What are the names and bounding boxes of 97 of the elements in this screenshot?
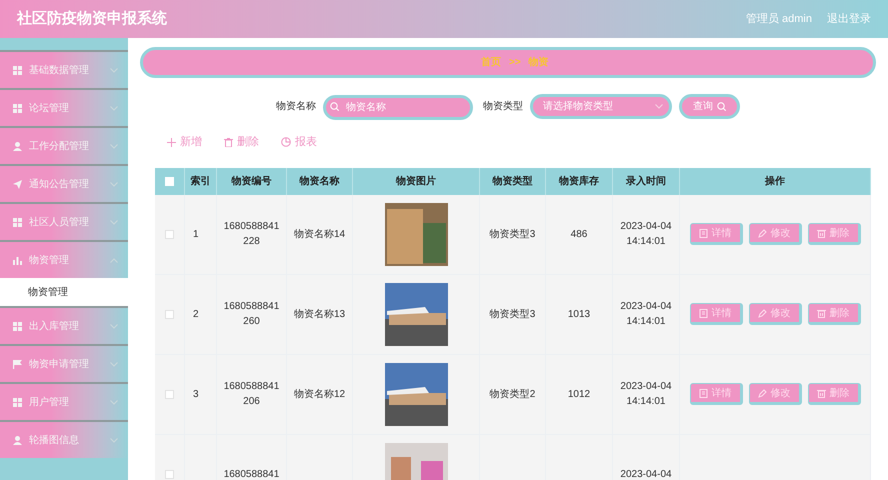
delete-button[interactable]: 删除 — [808, 303, 860, 325]
breadcrumb-separator: >> — [509, 56, 521, 70]
search-button[interactable]: 查询 — [679, 94, 740, 119]
sidebar-item[interactable]: 通知公告管理 — [0, 164, 128, 202]
chevron-icon — [110, 438, 118, 442]
delete-button[interactable]: 删除 — [224, 134, 259, 150]
chevron-icon — [110, 106, 118, 110]
add-button[interactable]: 新增 — [167, 134, 202, 150]
sidebar-item[interactable]: 物资管理 — [0, 240, 128, 278]
sidebar-item[interactable]: 出入库管理 — [0, 306, 128, 344]
table-cell-text: 2023-04-04 14:14:01 — [620, 220, 672, 249]
table-cell-text: 1012 — [568, 388, 590, 402]
details-button[interactable]: 详情 — [690, 383, 742, 405]
paper-plane-icon — [13, 180, 22, 188]
edit-button[interactable]: 修改 — [748, 383, 802, 405]
chevron-icon — [110, 324, 118, 328]
table-cell-text: 物资类型3 — [490, 308, 536, 322]
table-cell-text: 1 — [193, 228, 199, 242]
grid-icon — [13, 104, 22, 112]
type-dropdown[interactable]: 请选择物资类型 — [530, 94, 672, 119]
flag-icon — [13, 360, 22, 368]
delete-button[interactable]: 删除 — [808, 223, 860, 245]
chevron-icon — [110, 68, 118, 72]
table-cell-text: 1013 — [568, 308, 590, 322]
sidebar-item[interactable]: 基础数据管理 — [0, 50, 128, 88]
table-cell-text: 物资类型3 — [490, 228, 536, 242]
table-cell-text: 2023-04-04 14:14:01 — [620, 380, 672, 409]
field-label: 物资类型 — [483, 100, 523, 114]
grid-icon — [13, 398, 22, 406]
row-checkbox[interactable] — [165, 310, 174, 318]
person-icon — [13, 436, 22, 444]
photo-placeholder — [384, 282, 448, 346]
report-button[interactable]: 报表 — [281, 134, 317, 150]
search-field[interactable]: 物资名称 — [323, 95, 473, 120]
grid-icon — [13, 322, 22, 330]
document-icon — [698, 308, 708, 318]
details-button[interactable]: 详情 — [690, 303, 742, 325]
chevron-icon — [110, 182, 118, 186]
pie-chart-icon — [281, 137, 291, 148]
table-cell-text: 物资类型2 — [490, 388, 536, 402]
table-cell-text: 3 — [193, 388, 199, 402]
table-cell-text: 1680588841 260 — [224, 300, 280, 329]
header-checkbox[interactable] — [165, 176, 174, 186]
grid-icon — [13, 218, 22, 226]
sidebar-item[interactable]: 论坛管理 — [0, 88, 128, 126]
logout-link[interactable]: 退出登录 — [827, 10, 871, 28]
table-cell-text: 2023-04-04 — [620, 468, 672, 480]
edit-button[interactable]: 修改 — [748, 303, 802, 325]
bar-chart-icon — [13, 256, 22, 264]
sidebar-item[interactable]: 物资申请管理 — [0, 344, 128, 382]
pencil-icon — [758, 308, 766, 318]
breadcrumb-link[interactable]: 首页 — [481, 55, 501, 70]
trash-icon — [816, 308, 826, 318]
chevron-icon — [110, 144, 118, 148]
chevron-icon — [655, 104, 663, 109]
field-label: 物资名称 — [276, 100, 316, 114]
table-cell-text: 1680588841 228 — [224, 220, 280, 249]
pencil-icon — [758, 228, 766, 238]
table-cell-text: 2023-04-04 14:14:01 — [620, 300, 672, 329]
table-cell-text: 2 — [193, 308, 199, 322]
pencil-icon — [758, 388, 766, 398]
table-cell-text: 物资名称12 — [294, 388, 346, 402]
row-checkbox[interactable] — [165, 470, 174, 478]
table-cell-text: 物资名称14 — [294, 228, 346, 242]
chevron-icon — [110, 220, 118, 224]
chevron-icon — [110, 258, 118, 262]
delete-button[interactable]: 删除 — [808, 383, 860, 405]
table-cell-text: 486 — [570, 228, 588, 242]
sidebar-item[interactable]: 工作分配管理 — [0, 126, 128, 164]
details-button[interactable]: 详情 — [690, 223, 742, 245]
sidebar-item[interactable]: 用户管理 — [0, 382, 128, 420]
app-title: 社区防疫物资申报系统 — [17, 8, 167, 29]
sidebar-item[interactable]: 轮播图信息 — [0, 420, 128, 458]
sidebar-subitem[interactable]: 物资管理 — [0, 278, 128, 306]
trash-icon — [224, 138, 233, 147]
chevron-icon — [110, 400, 118, 404]
table-cell-text: 1680588841 206 — [224, 380, 280, 409]
grid-icon — [13, 66, 22, 74]
photo-placeholder — [384, 202, 448, 266]
breadcrumb-link[interactable]: 物资 — [528, 55, 549, 70]
row-checkbox[interactable] — [165, 390, 174, 398]
plus-icon — [167, 138, 176, 147]
person-icon — [13, 142, 22, 150]
user-label: 管理员 admin — [746, 12, 812, 27]
document-icon — [698, 388, 708, 398]
table-cell-text: 1680588841 — [224, 468, 280, 480]
trash-icon — [816, 388, 826, 398]
edit-button[interactable]: 修改 — [748, 223, 802, 245]
chevron-icon — [110, 362, 118, 366]
sidebar-item[interactable]: 社区人员管理 — [0, 202, 128, 240]
row-checkbox[interactable] — [165, 230, 174, 238]
photo-placeholder — [384, 362, 448, 426]
document-icon — [698, 228, 708, 238]
search-icon — [330, 102, 339, 111]
trash-icon — [816, 228, 826, 238]
table-cell-text: 物资名称13 — [294, 308, 346, 322]
search-icon — [717, 102, 726, 111]
